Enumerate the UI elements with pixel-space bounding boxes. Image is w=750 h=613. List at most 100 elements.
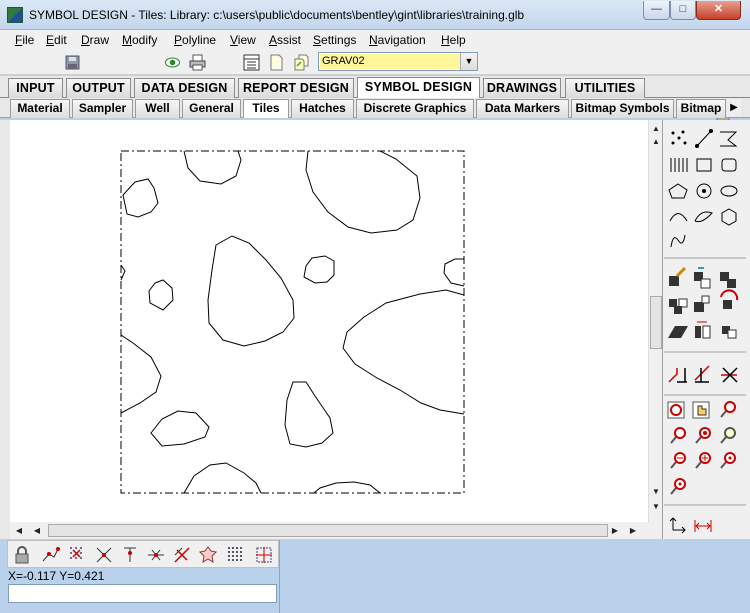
scroll-first-icon[interactable]: ◀	[12, 524, 26, 538]
zoom-point-icon	[670, 478, 686, 495]
curve-icon	[694, 211, 713, 223]
snap-nearest-icon[interactable]	[172, 545, 192, 565]
app-icon	[7, 7, 23, 23]
zoom-center-icon	[720, 452, 736, 469]
tab-symbol-design[interactable]: SYMBOL DESIGN	[357, 77, 480, 98]
subtab-bitmap-symbols[interactable]: Bitmap Symbols	[571, 99, 674, 118]
circle-icon	[696, 183, 712, 199]
zoom-page-icon	[720, 427, 736, 444]
tab-utilities[interactable]: UTILITIES	[565, 78, 645, 98]
grid-dots-icon[interactable]	[226, 545, 246, 565]
scroll-right-icon[interactable]: ▶	[608, 524, 622, 538]
subtab-discrete-graphics[interactable]: Discrete Graphics	[356, 99, 474, 118]
subtab-material[interactable]: Material	[10, 99, 70, 118]
vertical-scrollbar[interactable]: ▲ ▲ ▼ ▼	[648, 120, 662, 522]
table-view-icon[interactable]	[243, 54, 260, 71]
minimize-button[interactable]: —	[643, 1, 670, 20]
arc-icon	[669, 213, 688, 222]
scroll-last-icon[interactable]: ▶	[626, 524, 640, 538]
skew-icon	[668, 326, 688, 338]
close-button[interactable]: ✕	[696, 1, 741, 20]
lock-icon[interactable]	[12, 545, 32, 565]
tab-scroll-right-icon[interactable]: ▶	[727, 99, 741, 116]
menu-settings[interactable]: Settings	[313, 33, 356, 47]
drawing-canvas[interactable]	[10, 120, 648, 522]
scroll-down-icon[interactable]: ▼	[649, 485, 663, 499]
tab-report-design[interactable]: REPORT DESIGN	[238, 78, 354, 98]
copy-document-icon[interactable]	[293, 54, 310, 71]
horizontal-scroll-thumb[interactable]	[48, 524, 608, 537]
pebble-shape	[207, 235, 295, 347]
pebble-shape	[122, 178, 159, 218]
menu-help[interactable]: Help	[441, 33, 466, 47]
menu-view[interactable]: View	[230, 33, 256, 47]
command-input[interactable]	[8, 584, 277, 603]
zoom-window-icon	[720, 401, 736, 418]
menu-polyline[interactable]: Polyline	[174, 33, 216, 47]
mirror-icon	[669, 298, 688, 314]
snap-center-icon[interactable]	[198, 545, 218, 565]
subtab-data-markers[interactable]: Data Markers	[476, 99, 569, 118]
move-shapes-icon	[694, 267, 711, 289]
menu-assist[interactable]: Assist	[269, 33, 301, 47]
preview-eye-icon[interactable]	[164, 54, 181, 71]
scroll-top-icon[interactable]: ▲	[649, 122, 663, 136]
snap-endpoint-icon[interactable]	[40, 545, 60, 565]
new-document-icon[interactable]	[268, 54, 285, 71]
pebble-shape	[284, 381, 334, 448]
symbol-name-combo[interactable]: GRAV02 ▼	[318, 52, 478, 71]
snap-grid-icon[interactable]	[68, 545, 88, 565]
title-bar: SYMBOL DESIGN - Tiles: Library: c:\users…	[0, 0, 750, 30]
subtab-bitmap[interactable]: Bitmap	[676, 99, 726, 118]
zoom-previous-icon	[670, 427, 686, 444]
pebble-shape	[305, 150, 421, 234]
paint-brush-icon	[669, 266, 687, 286]
tab-input[interactable]: INPUT	[8, 78, 63, 98]
trim-icon	[668, 368, 687, 383]
menu-edit[interactable]: Edit	[46, 33, 67, 47]
maximize-button[interactable]: □	[670, 1, 696, 20]
symbol-name-value[interactable]: GRAV02	[320, 54, 460, 69]
subtab-tiles[interactable]: Tiles	[243, 99, 289, 118]
tab-drawings[interactable]: DRAWINGS	[483, 78, 561, 98]
tab-output[interactable]: OUTPUT	[66, 78, 131, 98]
ortho-icon[interactable]	[254, 545, 274, 565]
pebble-shape	[120, 334, 162, 414]
sub-tabs: Material Sampler Well General Tiles Hatc…	[0, 98, 750, 118]
pebble-shape	[303, 255, 335, 284]
chevron-down-icon[interactable]: ▼	[460, 53, 477, 70]
ellipse-icon	[720, 185, 738, 197]
menu-file[interactable]: File	[15, 33, 34, 47]
drawing-tools-palette	[662, 120, 750, 539]
extend-icon	[694, 365, 710, 383]
print-icon[interactable]	[189, 54, 206, 71]
menu-draw[interactable]: Draw	[81, 33, 109, 47]
horizontal-scrollbar[interactable]: ◀ ◀ ▶ ▶	[10, 522, 663, 539]
left-strip	[0, 120, 10, 539]
scroll-up-icon[interactable]: ▲	[649, 135, 663, 149]
cursor-coordinates: X=-0.117 Y=0.421	[8, 569, 105, 583]
pebble-shape	[120, 264, 126, 281]
copy-shapes-icon	[720, 272, 736, 288]
pebble-shape	[443, 258, 465, 287]
spline-icon	[670, 234, 686, 248]
measure-distance-icon	[694, 520, 712, 532]
snap-perpendicular-icon[interactable]	[120, 545, 140, 565]
zoom-tools	[667, 401, 736, 495]
tab-data-design[interactable]: DATA DESIGN	[134, 78, 235, 98]
save-icon[interactable]	[64, 54, 81, 71]
subtab-hatches[interactable]: Hatches	[291, 99, 354, 118]
menu-navigation[interactable]: Navigation	[369, 33, 426, 47]
scroll-left-icon[interactable]: ◀	[30, 524, 44, 538]
scroll-bottom-icon[interactable]: ▼	[649, 500, 663, 514]
snap-midpoint-icon[interactable]	[146, 545, 166, 565]
subtab-well[interactable]: Well	[135, 99, 180, 118]
snap-intersection-icon[interactable]	[94, 545, 114, 565]
polygon-icon	[668, 183, 688, 199]
subtab-sampler[interactable]: Sampler	[72, 99, 133, 118]
pebble-shape	[148, 279, 174, 311]
menu-modify[interactable]: Modify	[122, 33, 157, 47]
vertical-scroll-thumb[interactable]	[650, 296, 662, 349]
pebble-shape	[183, 150, 242, 185]
subtab-general[interactable]: General	[182, 99, 241, 118]
